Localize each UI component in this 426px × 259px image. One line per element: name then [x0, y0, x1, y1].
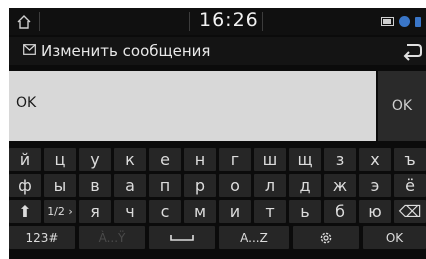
status-bar: 16:26: [9, 8, 426, 35]
status-icons: [381, 16, 421, 27]
page-title: Изменить сообщения: [41, 42, 211, 60]
key[interactable]: з: [324, 148, 356, 171]
keyboard-row: ф ы в а п р о л д ж э ё: [9, 174, 426, 197]
key[interactable]: р: [184, 174, 216, 197]
back-arrow-icon: [403, 44, 422, 61]
key[interactable]: м: [184, 200, 216, 223]
key[interactable]: ё: [394, 174, 426, 197]
key[interactable]: ъ: [394, 148, 426, 171]
message-input-value: OK: [16, 95, 37, 111]
key[interactable]: б: [324, 200, 356, 223]
head-unit-screen: 16:26 Изменить сообщения OK OK й ц у к е…: [9, 8, 426, 259]
onscreen-keyboard: й ц у к е н г ш щ з х ъ ф ы в а п р о л …: [9, 146, 426, 259]
home-button[interactable]: [9, 8, 39, 35]
status-divider: [39, 12, 40, 31]
space-bar-icon: [170, 234, 194, 241]
key[interactable]: ь: [289, 200, 321, 223]
key[interactable]: ы: [44, 174, 76, 197]
keyboard-row: й ц у к е н г ш щ з х ъ: [9, 148, 426, 171]
accents-key[interactable]: À...Ÿ: [79, 226, 145, 249]
key[interactable]: к: [114, 148, 146, 171]
key[interactable]: л: [254, 174, 286, 197]
keyboard-row: ⬆ 1/2 › я ч с м и т ь б ю ⌫: [9, 200, 426, 223]
settings-key[interactable]: [293, 226, 359, 249]
key[interactable]: ю: [359, 200, 391, 223]
latin-key[interactable]: A...Z: [219, 226, 289, 249]
status-divider: [262, 12, 263, 31]
settings-icon: [320, 232, 332, 243]
keyboard-bottom-row: 123# À...Ÿ A...Z OK: [9, 226, 426, 249]
backspace-key[interactable]: ⌫: [394, 200, 426, 223]
signal-icon: [415, 16, 421, 27]
page-toggle-key[interactable]: 1/2 ›: [44, 200, 76, 223]
numbers-key[interactable]: 123#: [9, 226, 75, 249]
key[interactable]: в: [79, 174, 111, 197]
key[interactable]: т: [254, 200, 286, 223]
key[interactable]: я: [79, 200, 111, 223]
shift-key[interactable]: ⬆: [9, 200, 41, 223]
mail-icon: [23, 44, 36, 55]
space-key[interactable]: [149, 226, 215, 249]
key[interactable]: х: [359, 148, 391, 171]
key[interactable]: ф: [9, 174, 41, 197]
key[interactable]: ж: [324, 174, 356, 197]
ok-side-button[interactable]: OK: [378, 71, 426, 141]
key[interactable]: э: [359, 174, 391, 197]
key[interactable]: с: [149, 200, 181, 223]
clock: 16:26: [199, 9, 259, 31]
key[interactable]: ч: [114, 200, 146, 223]
key[interactable]: п: [149, 174, 181, 197]
key[interactable]: г: [219, 148, 251, 171]
key[interactable]: н: [184, 148, 216, 171]
back-button[interactable]: [401, 41, 423, 61]
key[interactable]: у: [79, 148, 111, 171]
key[interactable]: щ: [289, 148, 321, 171]
home-icon: [17, 14, 31, 29]
key[interactable]: ш: [254, 148, 286, 171]
status-divider: [189, 12, 190, 31]
bluetooth-icon: [399, 16, 410, 27]
key[interactable]: е: [149, 148, 181, 171]
key[interactable]: й: [9, 148, 41, 171]
title-bar: Изменить сообщения: [9, 37, 426, 65]
message-input[interactable]: OK: [9, 71, 376, 141]
key[interactable]: д: [289, 174, 321, 197]
key[interactable]: а: [114, 174, 146, 197]
key[interactable]: и: [219, 200, 251, 223]
ok-key[interactable]: OK: [363, 226, 426, 249]
key[interactable]: ц: [44, 148, 76, 171]
key[interactable]: о: [219, 174, 251, 197]
battery-icon: [381, 17, 394, 26]
